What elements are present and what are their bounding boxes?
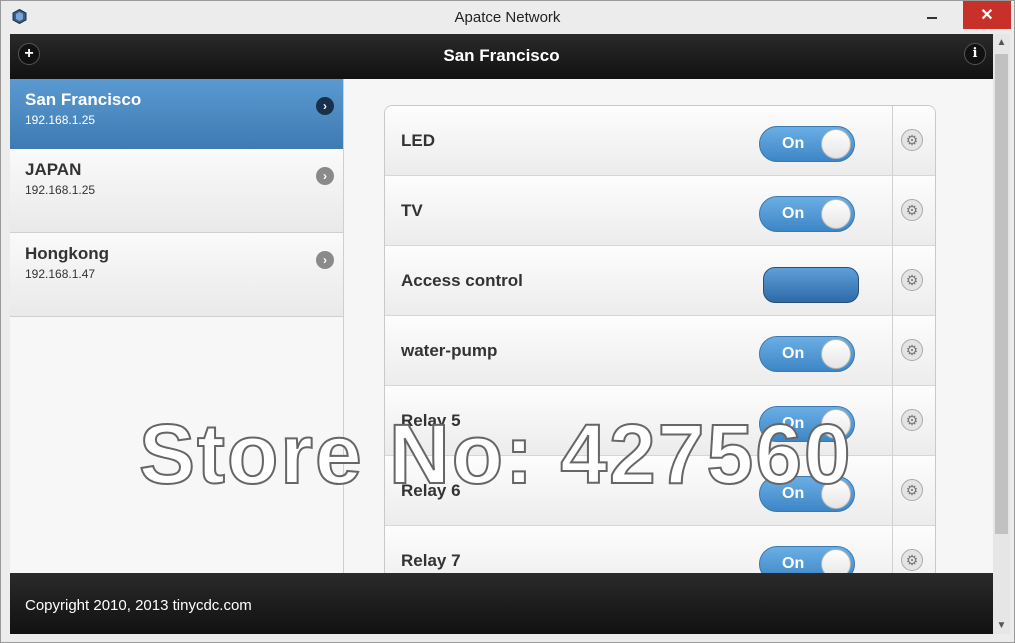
relay-5-toggle[interactable]: On [759,406,855,442]
toggle-state: On [782,135,805,152]
title-bar: Apatce Network ✕ [1,1,1014,34]
toggle-knob [821,199,851,229]
device-label: Relay 7 [401,551,461,570]
scrollbar-thumb[interactable] [995,54,1008,534]
settings-button[interactable]: ⚙ [892,246,935,315]
settings-button[interactable]: ⚙ [892,316,935,385]
list-item: LED On ⚙ [385,106,935,176]
gear-icon: ⚙ [901,549,923,571]
page-title: San Francisco [443,46,560,65]
scroll-up-icon[interactable]: ▲ [993,34,1010,51]
info-icon: i [972,46,978,61]
location-sidebar: San Francisco 192.168.1.25 › JAPAN 192.1… [10,79,344,573]
toggle-state: On [782,345,805,362]
settings-button[interactable]: ⚙ [892,176,935,245]
location-name: San Francisco [25,90,142,109]
chevron-right-icon: › [316,167,334,185]
gear-icon: ⚙ [901,339,923,361]
location-ip: 192.168.1.25 [25,183,96,197]
device-label: Relay 5 [401,411,461,430]
settings-button[interactable]: ⚙ [892,526,935,573]
toggle-state: On [782,555,805,572]
list-item: TV On ⚙ [385,176,935,246]
relay-7-toggle[interactable]: On [759,546,855,573]
toggle-knob [821,479,851,509]
led-toggle[interactable]: On [759,126,855,162]
device-label: Access control [401,271,523,290]
device-label: Relay 6 [401,481,461,500]
settings-button[interactable]: ⚙ [892,456,935,525]
toggle-knob [821,129,851,159]
toggle-state: On [782,415,805,432]
device-list: LED On ⚙ TV On ⚙ Access control ⚙ water-… [384,105,936,573]
gear-icon: ⚙ [901,479,923,501]
list-item: Relay 6 On ⚙ [385,456,935,526]
location-name: JAPAN [25,160,82,179]
copyright-text: Copyright 2010, 2013 tinycdc.com [25,597,252,614]
relay-6-toggle[interactable]: On [759,476,855,512]
window-title: Apatce Network [454,9,561,26]
list-item: water-pump On ⚙ [385,316,935,386]
chevron-right-icon: › [316,251,334,269]
close-icon: ✕ [980,7,994,24]
sidebar-item-hongkong[interactable]: Hongkong 192.168.1.47 › [10,233,343,317]
toggle-state: On [782,205,805,222]
chevron-right-icon: › [316,97,334,115]
water-pump-toggle[interactable]: On [759,336,855,372]
app-header: + San Francisco i [10,34,993,79]
settings-button[interactable]: ⚙ [892,106,935,175]
scroll-down-icon[interactable]: ▼ [993,617,1010,634]
close-button[interactable]: ✕ [963,1,1011,29]
gear-icon: ⚙ [901,269,923,291]
device-label: TV [401,201,423,220]
toggle-knob [821,339,851,369]
list-item: Relay 7 On ⚙ [385,526,935,573]
minimize-icon [927,17,937,19]
app-footer: Copyright 2010, 2013 tinycdc.com [10,573,993,634]
vertical-scrollbar[interactable]: ▲ ▼ [993,34,1010,634]
gear-icon: ⚙ [901,199,923,221]
device-label: water-pump [401,341,498,360]
toggle-knob [821,409,851,439]
info-button[interactable]: i [964,43,986,65]
settings-button[interactable]: ⚙ [892,386,935,455]
toggle-state: On [782,485,805,502]
minimize-button[interactable] [915,1,949,29]
tv-toggle[interactable]: On [759,196,855,232]
sidebar-item-japan[interactable]: JAPAN 192.168.1.25 › [10,149,343,233]
location-ip: 192.168.1.25 [25,113,96,127]
app-window: Apatce Network ✕ + San Francisco i San F… [0,0,1015,643]
toggle-knob [821,549,851,573]
device-panel: LED On ⚙ TV On ⚙ Access control ⚙ water-… [344,79,993,573]
access-control-button[interactable] [763,267,859,303]
location-name: Hongkong [25,244,110,263]
list-item: Access control ⚙ [385,246,935,316]
device-label: LED [401,131,435,150]
list-item: Relay 5 On ⚙ [385,386,935,456]
location-ip: 192.168.1.47 [25,267,96,281]
gear-icon: ⚙ [901,409,923,431]
gear-icon: ⚙ [901,129,923,151]
